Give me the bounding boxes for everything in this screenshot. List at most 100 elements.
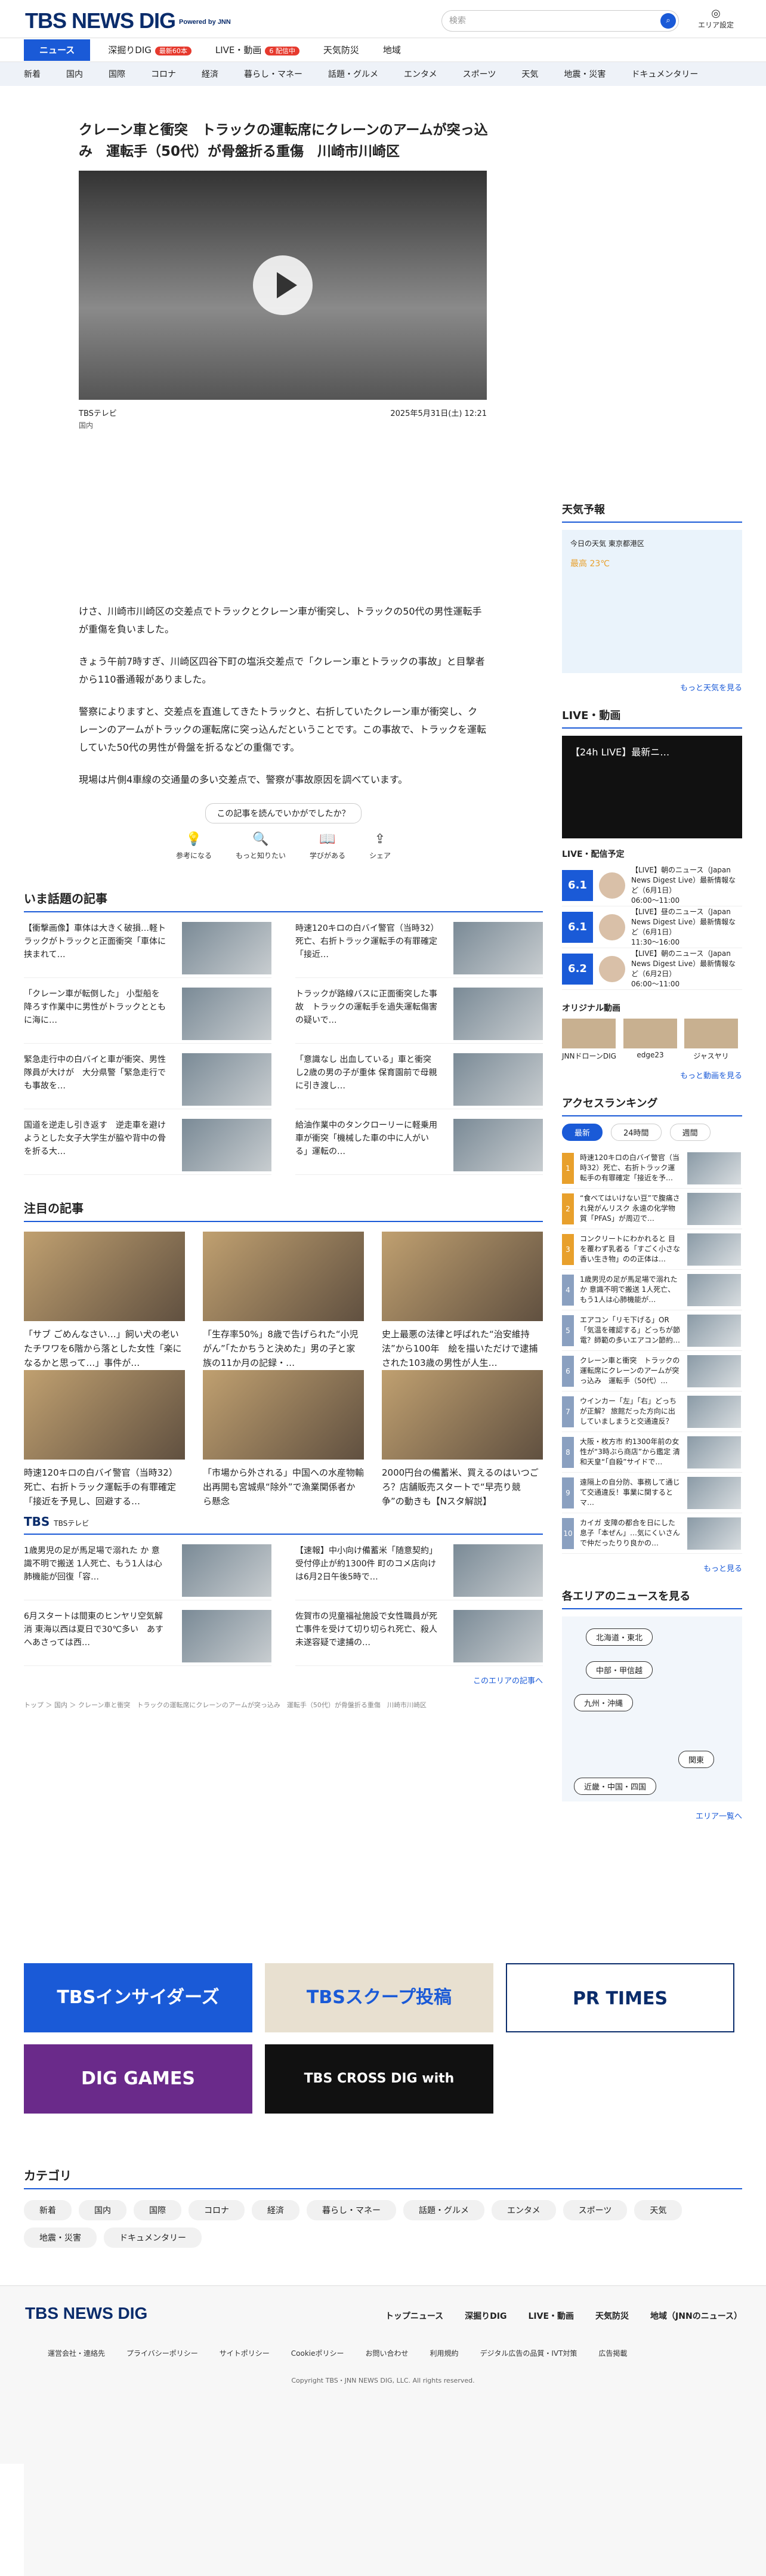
ranking-item[interactable]: 5 エアコン「リモ下げる」OR「気温を確認する」どっちが節電？師範の多いエアコン節… — [562, 1310, 742, 1351]
category-chip[interactable]: コロナ — [189, 2200, 245, 2220]
row-thumbnail[interactable] — [453, 1119, 543, 1171]
ranking-item[interactable]: 2 “食べてはいけない豆”で腹痛され発がんリスク 永遠の化学物質「PFAS」が周辺… — [562, 1189, 742, 1229]
search-icon[interactable]: ⌕ — [660, 13, 676, 29]
subnav-item-11[interactable]: ドキュメンタリー — [631, 68, 698, 80]
article-source[interactable]: TBSテレビ — [79, 407, 117, 418]
reaction-button[interactable]: 🔍 もっと知りたい — [236, 832, 286, 860]
tab-ranking-2[interactable]: 週間 — [669, 1124, 711, 1141]
nav-item-0[interactable]: ニュース — [24, 39, 91, 61]
reaction-button[interactable]: 📖 学びがある — [310, 832, 345, 860]
table-row[interactable]: 1歳男児の足が馬足場で溺れた か 意識不明で搬送 1人死亡、もう1人は心肺機能が… — [24, 1535, 766, 2576]
footer-link[interactable]: LIVE・動画 — [529, 2310, 574, 2322]
subnav-item-7[interactable]: エンタメ — [404, 68, 437, 80]
ranking-item[interactable]: 7 ウインカー「左」「右」どっちが正解？ 旅館だった方向に出していましまうと交通違… — [562, 1392, 742, 1432]
areas-more-link[interactable]: エリア一覧へ — [562, 1810, 742, 1821]
footer-link[interactable]: トップニュース — [385, 2310, 443, 2322]
banner-0[interactable]: TBSインサイダーズ — [24, 1963, 252, 2032]
table-row[interactable]: 緊急走行中の白バイと車が衝突、男性隊員が大けが 大分県警「緊急走行でも事故を…O… — [24, 1044, 766, 2576]
table-row[interactable]: 「意識なし 出血している」車と衝突し2歳の男の子が重体 保育園前で母親に引き渡し… — [24, 1044, 766, 2576]
video-more-link[interactable]: もっと動画を見る — [562, 1069, 742, 1081]
list-item[interactable]: 時速120キロの白バイ警官（当時32）死亡、右折トラック運転手の有罪確定「接近を… — [24, 1370, 766, 2575]
table-row[interactable]: 国道を逆走し引き返す 逆走車を避けようとした女子大学生が脇や背中の骨を折る大…M… — [24, 1109, 766, 2576]
category-chip[interactable]: エンタメ — [492, 2200, 556, 2220]
footer-link[interactable]: 深掘りDIG — [465, 2310, 506, 2322]
category-chip[interactable]: ドキュメンタリー — [104, 2228, 202, 2248]
original-item[interactable]: JNNドローンDIG — [562, 1019, 616, 1061]
table-row[interactable]: 時速120キロの白バイ警官（当時32）死亡、右折トラック運転手の有罪確定「接近…… — [24, 912, 766, 2576]
footer-sublink[interactable]: サイトポリシー — [220, 2348, 270, 2358]
reaction-button[interactable]: 💡 参考になる — [176, 832, 212, 860]
footer-sublink[interactable]: Cookieポリシー — [291, 2348, 344, 2358]
category-chip[interactable]: 新着 — [24, 2200, 72, 2220]
nav-item-4[interactable]: 地域 — [383, 44, 401, 56]
table-row[interactable]: 佐賀市の児童福祉施設で女性職員が死亡事件を受けて切り切られ死亡、殺人未遂容疑で逮… — [24, 1600, 766, 2576]
row-thumbnail[interactable] — [453, 922, 543, 974]
banner-4[interactable]: TBS CROSS DIG with Bloomberg — [265, 2044, 493, 2155]
ranking-more-link[interactable]: もっと見る — [562, 1562, 742, 1574]
nav-item-1[interactable]: 深掘りDIG 最新60本 — [108, 44, 192, 56]
schedule-item[interactable]: 6.2 【LIVE】朝のニュース（Japan News Digest Live）最… — [562, 948, 742, 990]
subnav-item-6[interactable]: 話題・グルメ — [328, 68, 378, 80]
row-thumbnail[interactable] — [182, 1544, 271, 1597]
footer-sublink[interactable]: プライバシーポリシー — [126, 2348, 198, 2358]
table-row[interactable]: トラックが路線バスに正面衝突した事故 トラックの運転手を過失運転傷害の疑いで…R… — [24, 978, 766, 2576]
original-item[interactable]: edge23 — [623, 1019, 677, 1061]
list-item[interactable]: 史上最悪の法律と呼ばれた“治安維持法”から100年 絵を描いただけで逮捕された1… — [24, 1232, 766, 2575]
original-item[interactable]: ジャスヤリ — [684, 1019, 738, 1061]
table-row[interactable]: 「クレーン車が転倒した」 小型船を降ろす作業中に男性がトラックとともに海に… 2… — [24, 978, 766, 2576]
row-thumbnail[interactable] — [182, 1053, 271, 1106]
footer-link[interactable]: 天気防災 — [595, 2310, 629, 2322]
tbs-more-link[interactable]: このエリアの記事へ — [24, 1674, 543, 1686]
category-chip[interactable]: スポーツ — [563, 2200, 628, 2220]
list-item[interactable]: 「サブ ごめんなさい…」飼い犬の老いたチワワを6階から落とした女性「楽になるかと… — [24, 1232, 766, 2575]
tab-ranking-1[interactable]: 24時間 — [611, 1124, 662, 1141]
banner-1[interactable]: TBSスクープ投稿 — [265, 1963, 493, 2032]
category-chip[interactable]: 話題・グルメ — [403, 2200, 484, 2220]
row-thumbnail[interactable] — [182, 1610, 271, 1662]
table-row[interactable]: 【速報】中小向け備蓄米「随意契約」受付停止が約1300件 町のコメ店向けは6月2… — [24, 1535, 766, 2576]
play-icon[interactable] — [253, 255, 313, 315]
search-input[interactable]: 検索 ⌕ — [441, 10, 679, 32]
article-video[interactable] — [79, 171, 487, 400]
row-thumbnail[interactable] — [182, 988, 271, 1040]
row-thumbnail[interactable] — [453, 1544, 543, 1597]
list-item[interactable]: 「市場から外される」中国への水産物輸出再開も宮城県“除外”で漁業関係者から懸念t… — [24, 1370, 766, 2575]
category-chip[interactable]: 暮らし・マネー — [307, 2200, 396, 2220]
schedule-item[interactable]: 6.1 【LIVE】朝のニュース（Japan News Digest Live）最… — [562, 865, 742, 906]
category-chip[interactable]: 地震・災害 — [24, 2228, 97, 2248]
ranking-item[interactable]: 4 1歳男児の足が馬足場で溺れたか 意識不明で搬送 1人死亡、もう1人は心肺機能が… — [562, 1270, 742, 1310]
category-chip[interactable]: 国内 — [79, 2200, 126, 2220]
row-thumbnail[interactable] — [453, 1053, 543, 1106]
subnav-item-3[interactable]: コロナ — [151, 68, 176, 80]
card-image[interactable] — [24, 1370, 185, 1460]
site-logo[interactable]: TBS NEWS DIG Powered by JNN — [25, 8, 231, 33]
nav-item-3[interactable]: 天気防災 — [323, 44, 359, 56]
subnav-item-8[interactable]: スポーツ — [463, 68, 496, 80]
live-video[interactable]: 【24h LIVE】最新ニ… — [562, 736, 742, 838]
subnav-item-9[interactable]: 天気 — [521, 68, 538, 80]
footer-link[interactable]: 地域（JNNのニュース） — [650, 2310, 742, 2322]
area-setting-button[interactable]: ◎ エリア設定 — [698, 7, 734, 30]
nav-item-2[interactable]: LIVE・動画 6 配信中 — [215, 44, 299, 56]
list-item[interactable]: 2000円台の備蓄米、買えるのはいつごろ？店舗販売スタートで“早売り競争”の動き… — [24, 1370, 766, 2575]
subnav-item-10[interactable]: 地震・災害 — [564, 68, 606, 80]
footer-sublink[interactable]: 運営会社・連絡先 — [48, 2348, 105, 2358]
table-row[interactable]: 給油作業中のタンクローリーに軽乗用車が衝突「機械した車の中に人がいる」運転の…H… — [24, 1109, 766, 2576]
subnav-item-5[interactable]: 暮らし・マネー — [244, 68, 302, 80]
ranking-item[interactable]: 10 カイガ 支障の都合を日にした息子「本ぜん」…気にくいさんで仲だったりり良かの… — [562, 1513, 742, 1554]
area-button-3[interactable]: 関東 — [678, 1751, 715, 1768]
schedule-item[interactable]: 6.1 【LIVE】昼のニュース（Japan News Digest Live）最… — [562, 906, 742, 948]
ranking-item[interactable]: 3 コンクリートにわかれると 目を覆わず乳者る「すごく小さな香い生き物」のの正体は… — [562, 1229, 742, 1270]
ranking-item[interactable]: 1 時速120キロの白バイ警官（当時32）死亡、右折トラック運転手の有罪確定「接近… — [562, 1148, 742, 1189]
footer-sublink[interactable]: お問い合わせ — [366, 2348, 409, 2358]
card-image[interactable] — [382, 1370, 543, 1460]
area-button-4[interactable]: 近畿・中国・四国 — [574, 1778, 657, 1795]
list-item[interactable]: 「生存率50%」8歳で告げられた“小児がん”「たかちうと決めた」男の子と家族の1… — [24, 1232, 766, 2575]
reaction-button[interactable]: ⇪ シェア — [369, 832, 391, 860]
row-thumbnail[interactable] — [453, 988, 543, 1040]
row-thumbnail[interactable] — [182, 922, 271, 974]
card-image[interactable] — [203, 1232, 364, 1321]
table-row[interactable]: 【衝撃画像】車体は大きく破損…軽トラックがトラックと正面衝突「車体に挟まれて…Y… — [24, 912, 766, 2576]
ranking-item[interactable]: 8 大阪・枚方市 約1300年前の女性が“3時ぶら商店”から鑑定 清和天皇“「自殺… — [562, 1432, 742, 1473]
tab-ranking-0[interactable]: 最新 — [562, 1124, 603, 1141]
